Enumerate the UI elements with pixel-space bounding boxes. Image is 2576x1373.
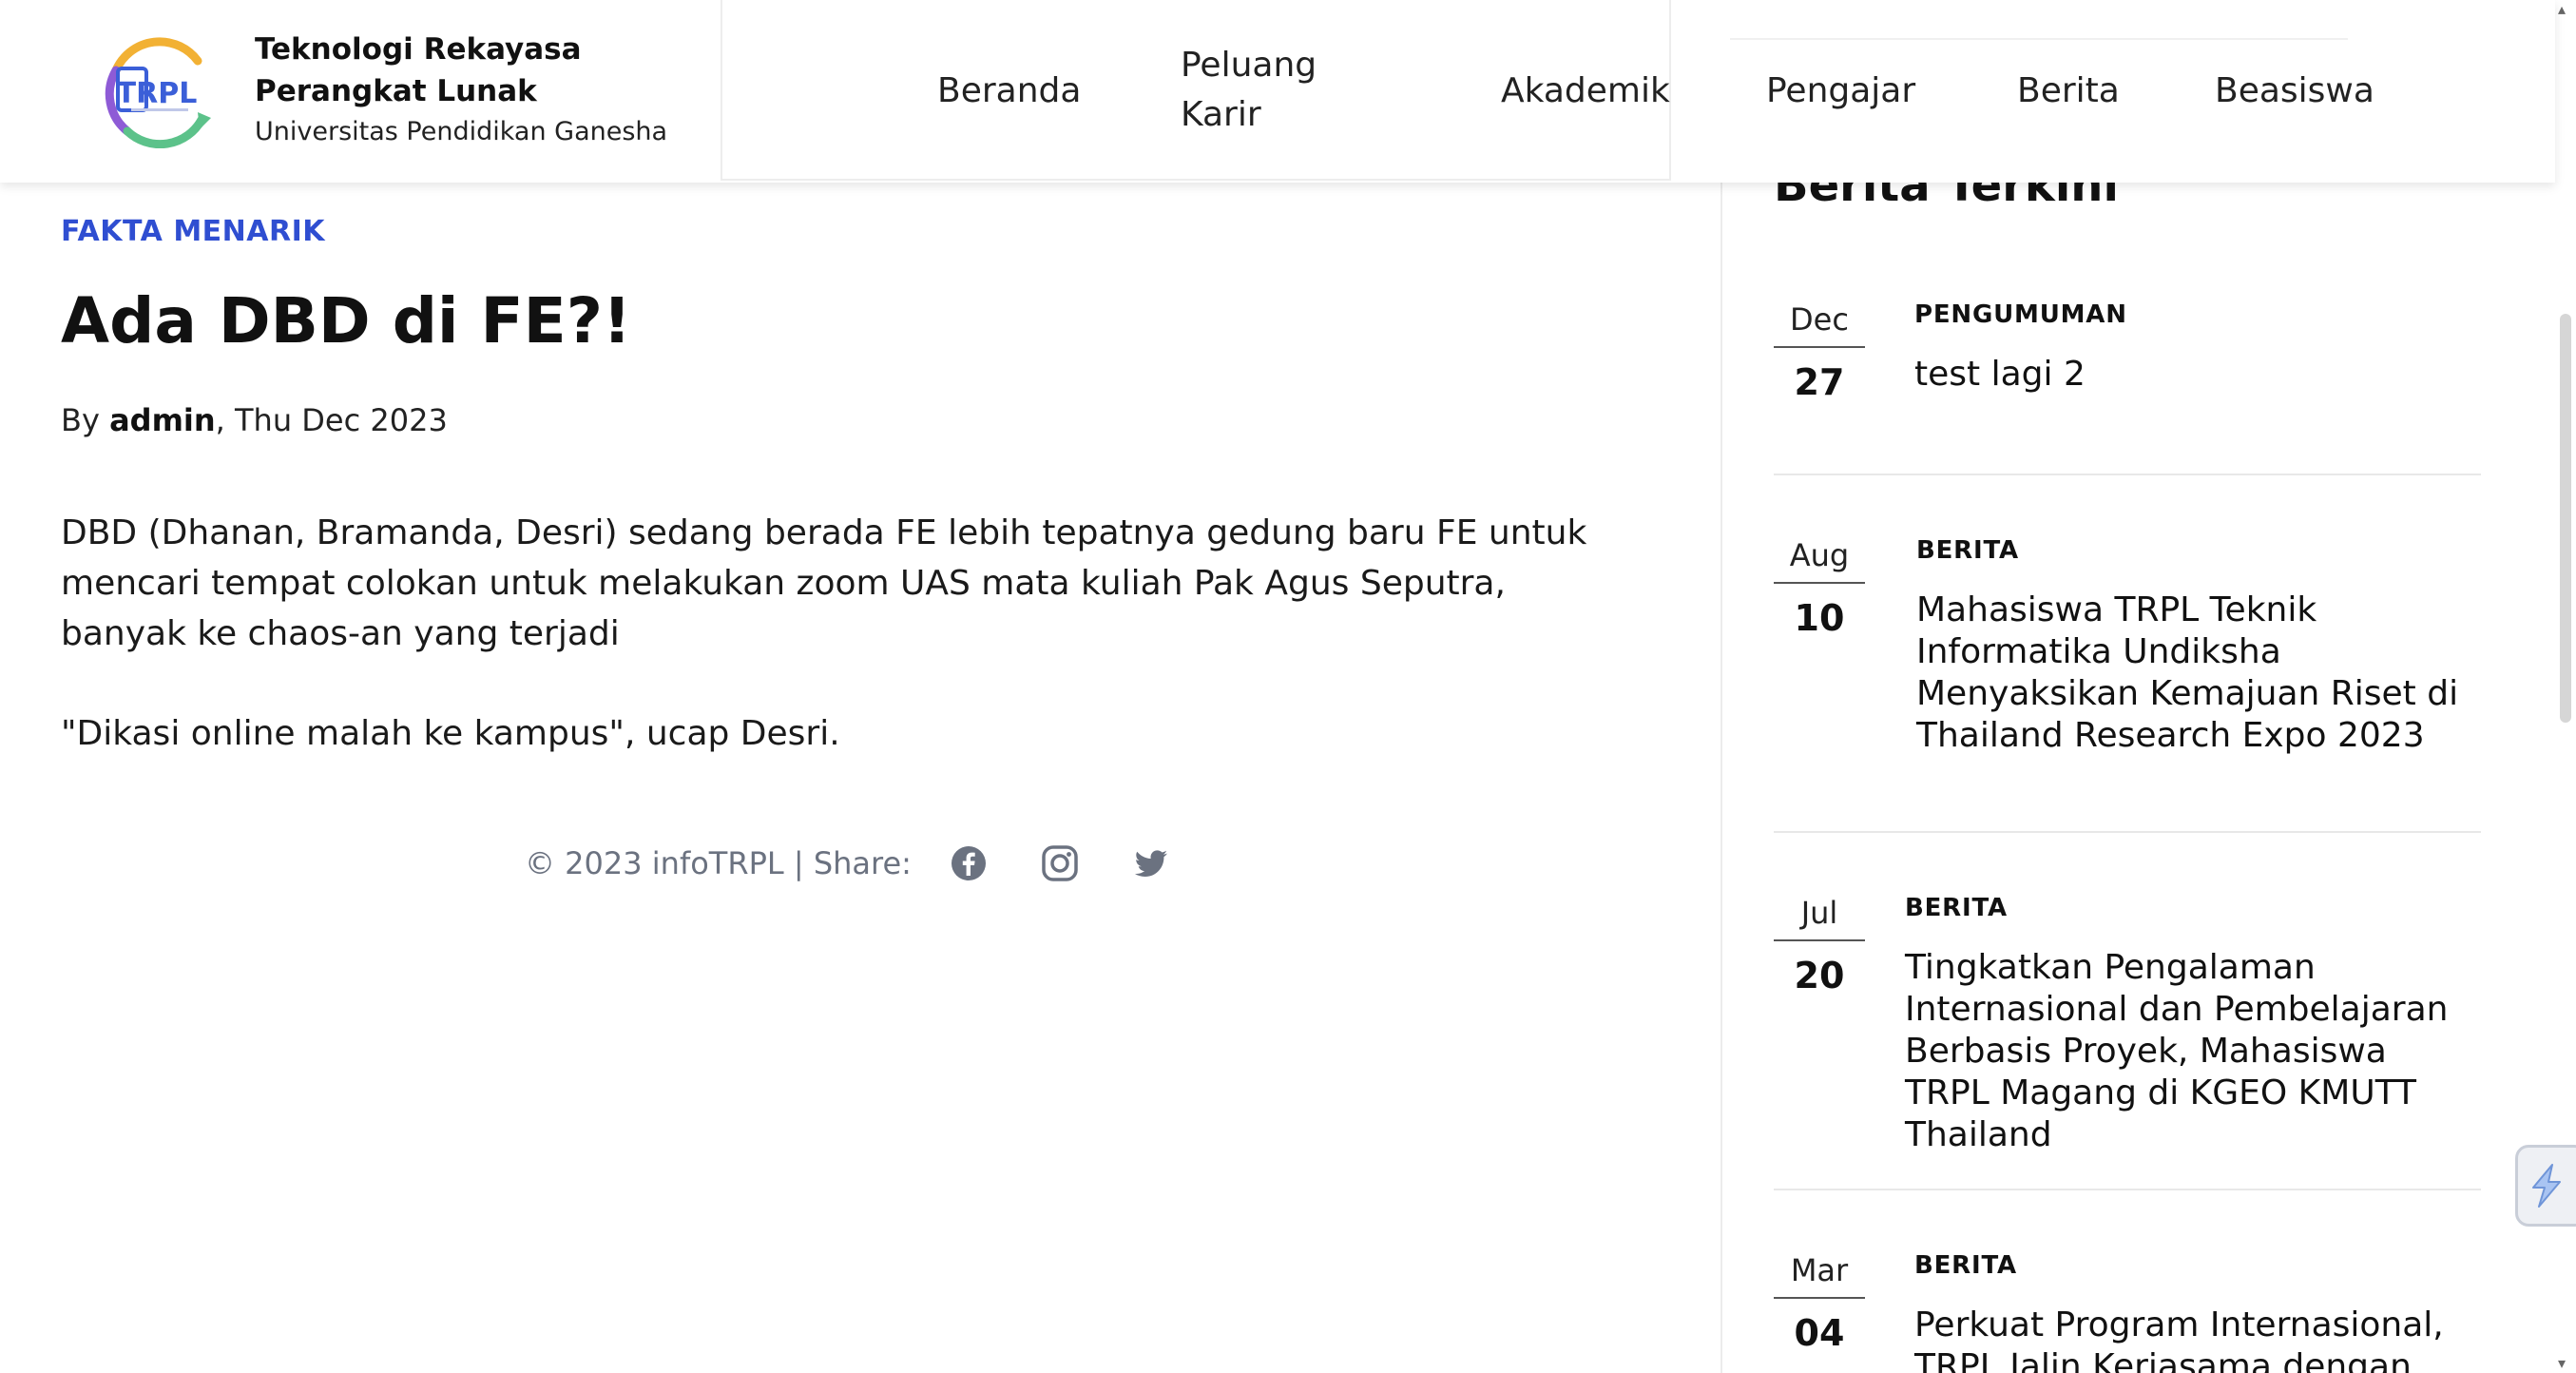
news-category: BERITA — [1905, 894, 2008, 922]
floating-widget-button[interactable] — [2515, 1145, 2576, 1227]
article-paragraph: DBD (Dhanan, Bramanda, Desri) sedang ber… — [61, 513, 1587, 653]
news-title-link[interactable]: Perkuat Program Internasional, TRPL Jali… — [1914, 1305, 2475, 1373]
news-month: Jul — [1774, 892, 1865, 941]
news-day: 10 — [1794, 597, 1845, 639]
news-month: Mar — [1774, 1249, 1865, 1299]
scroll-down-arrow-icon[interactable]: ▾ — [2558, 1356, 2566, 1371]
trpl-logo[interactable]: TRPL — [99, 32, 215, 149]
news-title-link[interactable]: test lagi 2 — [1914, 354, 2466, 396]
news-day: 04 — [1794, 1312, 1845, 1354]
page: TRPL Teknologi Rekayasa Perangkat Lunak … — [0, 0, 2576, 1373]
news-title-link[interactable]: Mahasiswa TRPL Teknik Informatika Undiks… — [1916, 590, 2477, 757]
nav-pengajar[interactable]: Pengajar — [1766, 67, 1915, 116]
article-paragraph: "Dikasi online malah ke kampus", ucap De… — [61, 714, 840, 753]
article-author: admin — [109, 402, 216, 438]
article-byline: By admin, Thu Dec 2023 — [61, 399, 448, 441]
article-category[interactable]: FAKTA MENARIK — [61, 215, 325, 248]
news-divider — [1774, 1189, 2481, 1190]
twitter-icon[interactable] — [1132, 844, 1170, 882]
news-date: Jul 20 — [1774, 892, 1865, 1004]
news-date: Aug 10 — [1774, 534, 1865, 647]
news-date: Mar 04 — [1774, 1249, 1865, 1362]
news-divider — [1774, 831, 2481, 833]
sidebar-divider — [1721, 183, 1722, 1373]
article-title: Ada DBD di FE?! — [61, 284, 632, 358]
nav-beranda[interactable]: Beranda — [937, 67, 1081, 116]
brand-title[interactable]: Teknologi Rekayasa Perangkat Lunak — [255, 29, 749, 112]
nav-akademik[interactable]: Akademik — [1501, 67, 1670, 116]
news-title-link[interactable]: Tingkatkan Pengalaman Internasional dan … — [1905, 947, 2481, 1156]
instagram-icon[interactable] — [1041, 844, 1079, 882]
svg-text:TRPL: TRPL — [117, 77, 198, 110]
site-header: TRPL Teknologi Rekayasa Perangkat Lunak … — [0, 0, 2555, 183]
byline-prefix: By — [61, 402, 110, 438]
nav-berita[interactable]: Berita — [2017, 67, 2120, 116]
scrollbar-thumb[interactable] — [2560, 314, 2571, 723]
news-category: BERITA — [1914, 1251, 2017, 1280]
news-date: Dec 27 — [1774, 299, 1865, 411]
nav-beasiswa[interactable]: Beasiswa — [2215, 67, 2374, 116]
footer-text: © 2023 infoTRPL | Share: — [525, 845, 912, 881]
brand-subtitle: Universitas Pendidikan Ganesha — [255, 117, 668, 146]
facebook-icon[interactable] — [950, 844, 988, 882]
bolt-icon — [2532, 1164, 2561, 1208]
news-day: 27 — [1794, 361, 1845, 403]
background-ghost-line — [1730, 0, 2348, 40]
news-day: 20 — [1794, 955, 1845, 996]
trpl-logo-icon: TRPL — [105, 37, 211, 149]
news-month: Dec — [1774, 299, 1865, 348]
scroll-up-arrow-icon[interactable]: ▴ — [2558, 2, 2566, 17]
news-divider — [1774, 474, 2481, 475]
share-footer: © 2023 infoTRPL | Share: — [525, 841, 1170, 886]
nav-peluang-karir[interactable]: Peluang Karir — [1181, 41, 1342, 140]
news-month: Aug — [1774, 534, 1865, 584]
news-category: BERITA — [1916, 536, 2019, 565]
article-date: , Thu Dec 2023 — [215, 402, 448, 438]
news-category: PENGUMUMAN — [1914, 300, 2127, 329]
